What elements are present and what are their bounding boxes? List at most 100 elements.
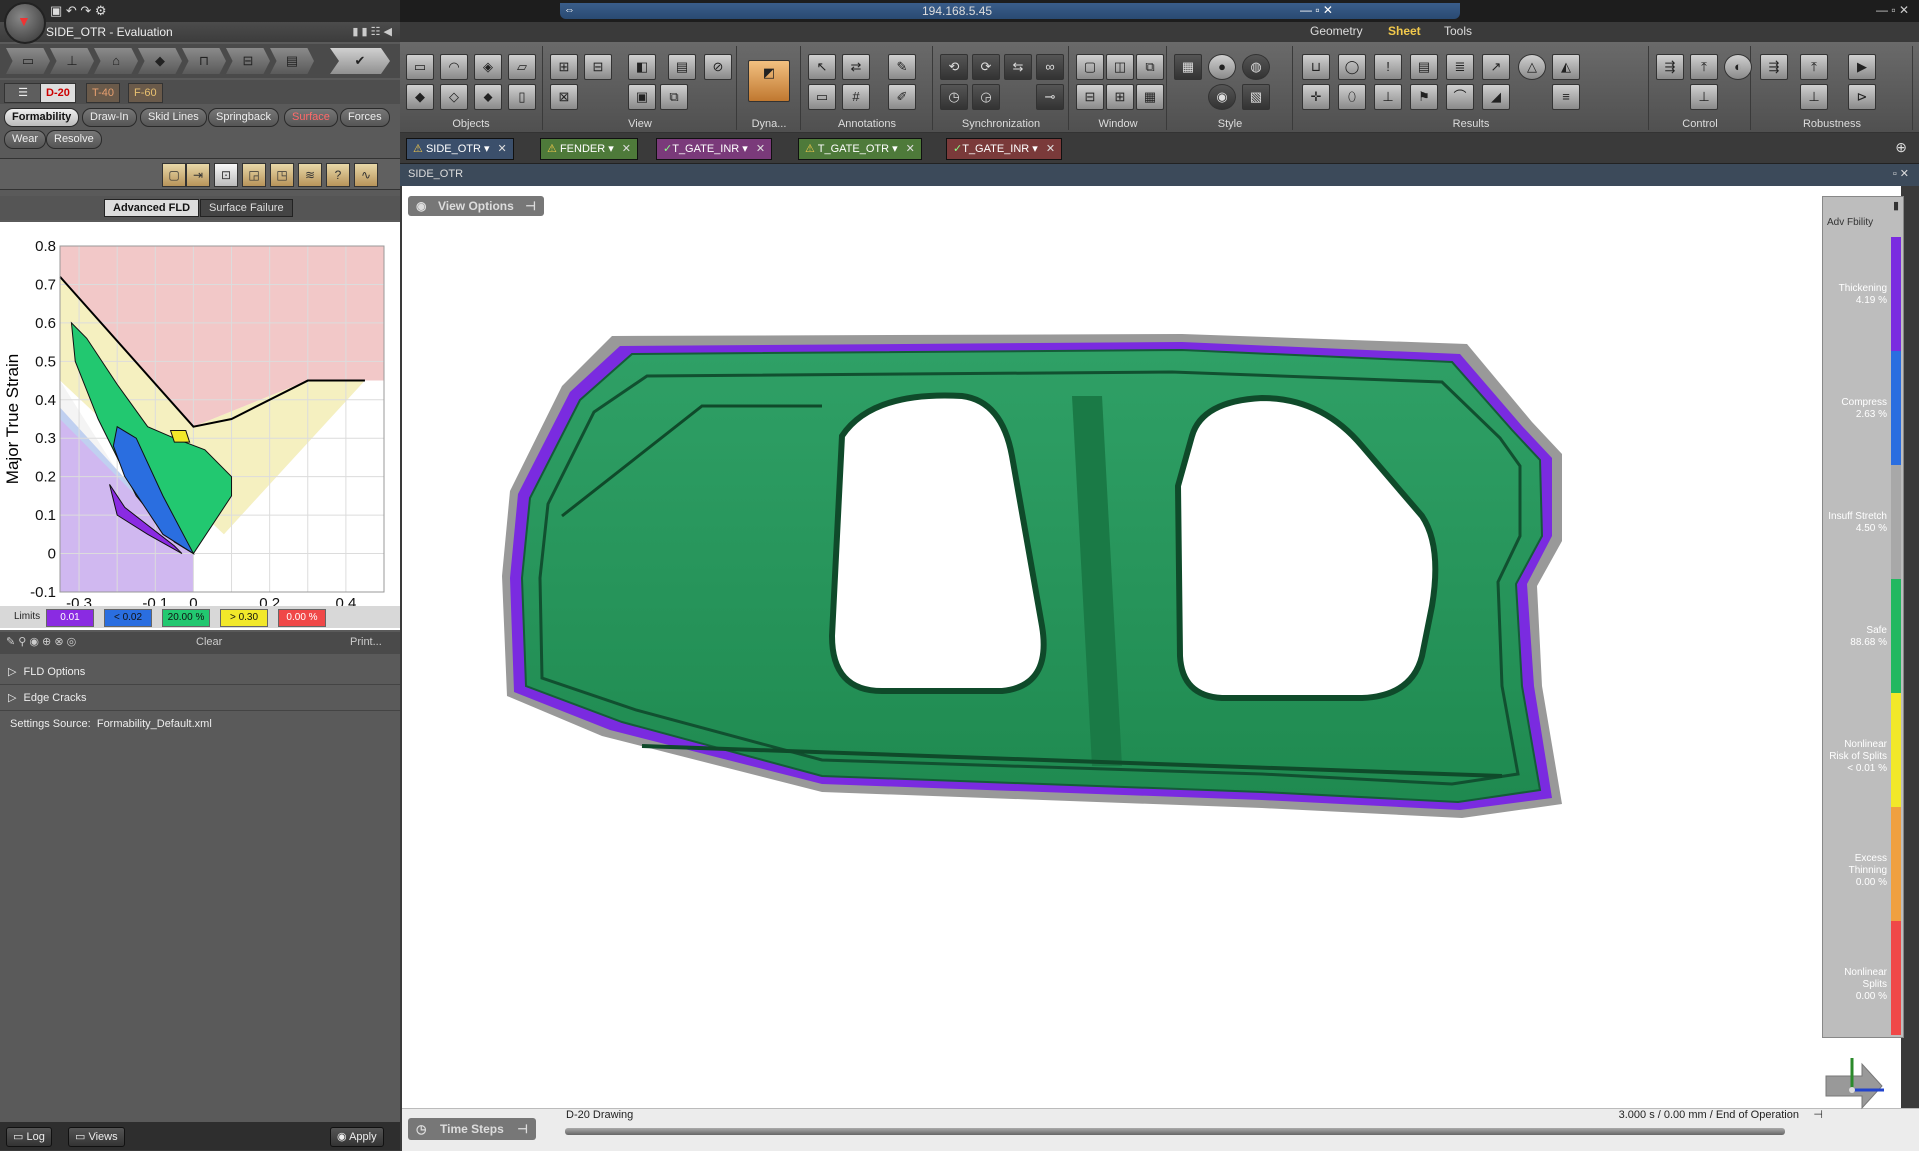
view-icon-4[interactable]: ▤ bbox=[668, 54, 696, 80]
annot-number-icon[interactable]: # bbox=[842, 84, 870, 110]
result-oval-icon[interactable]: ⬯ bbox=[1338, 84, 1366, 110]
tab-geometry[interactable]: Geometry bbox=[1310, 24, 1363, 38]
style-shaded-icon[interactable]: ● bbox=[1208, 54, 1236, 80]
tab-sheet[interactable]: Sheet bbox=[1388, 24, 1421, 38]
style-wire-icon[interactable]: ◍ bbox=[1242, 54, 1270, 80]
limit-cell[interactable]: 0.00 % bbox=[278, 609, 326, 627]
annot-label-icon[interactable]: ▭ bbox=[808, 84, 836, 110]
robust-icon-4[interactable]: ⊥ bbox=[1800, 84, 1828, 110]
result-warning-icon[interactable]: △ bbox=[1518, 54, 1546, 80]
sync-icon-3[interactable]: ⇆ bbox=[1004, 54, 1032, 80]
limit-cell[interactable]: < 0.02 bbox=[104, 609, 152, 627]
tool-advanced-fld-icon[interactable]: ⊡ bbox=[214, 163, 238, 187]
tool-help-icon[interactable]: ? bbox=[326, 163, 350, 187]
viewport-controls-icon[interactable]: ▫ ✕ bbox=[1893, 167, 1909, 180]
add-tab-icon[interactable]: ⊕ bbox=[1895, 139, 1907, 156]
window-quad-icon[interactable]: ⊞ bbox=[1106, 84, 1134, 110]
doc-tab-t-gate-inr[interactable]: ✓T_GATE_INR ▾ ✕ bbox=[656, 138, 773, 160]
stage-trim-icon[interactable]: ⊟ bbox=[226, 48, 270, 74]
tab-d20[interactable]: D-20 bbox=[40, 83, 76, 103]
close-icon[interactable]: ✕ bbox=[1046, 143, 1055, 155]
tool-strain-icon[interactable]: ◳ bbox=[270, 163, 294, 187]
result-part-icon[interactable]: ◭ bbox=[1552, 54, 1580, 80]
view-icon-8[interactable]: ⧉ bbox=[660, 84, 688, 110]
stage-die-icon[interactable]: ⌂ bbox=[94, 48, 138, 74]
objects-icon-2[interactable]: ◠ bbox=[440, 54, 468, 80]
view-icon-2[interactable]: ⊟ bbox=[584, 54, 612, 80]
tool-wave-icon[interactable]: ∿ bbox=[354, 163, 378, 187]
print-button[interactable]: Print... bbox=[350, 636, 382, 648]
sync-icon-2[interactable]: ⟳ bbox=[972, 54, 1000, 80]
limit-cell[interactable]: > 0.30 bbox=[220, 609, 268, 627]
stage-binder-icon[interactable]: ◆ bbox=[138, 48, 182, 74]
view-icon-3[interactable]: ◧ bbox=[628, 54, 656, 80]
remote-controls-icon[interactable]: — ▫ ✕ bbox=[1300, 3, 1333, 17]
expander-fld-options[interactable]: ▷ FLD Options bbox=[0, 660, 400, 685]
view-icon-1[interactable]: ⊞ bbox=[550, 54, 578, 80]
stage-blank-icon[interactable]: ▭ bbox=[6, 48, 50, 74]
window-controls-icon[interactable]: — ▫ ✕ bbox=[1876, 3, 1909, 17]
tool-fld-icon[interactable]: ⇥ bbox=[186, 163, 210, 187]
pin-icon[interactable]: ⇔ bbox=[564, 4, 575, 16]
tab-skid-lines[interactable]: Skid Lines bbox=[140, 108, 207, 127]
result-egg-icon[interactable]: ◯ bbox=[1338, 54, 1366, 80]
window-tile-icon[interactable]: ▦ bbox=[1136, 84, 1164, 110]
limit-cell[interactable]: 20.00 % bbox=[162, 609, 210, 627]
tool-edge-icon[interactable]: ▢ bbox=[162, 163, 186, 187]
robust-icon-2[interactable]: ⤒ bbox=[1800, 54, 1828, 80]
result-cup-icon[interactable]: ⊔ bbox=[1302, 54, 1330, 80]
tab-f60[interactable]: F-60 bbox=[128, 83, 163, 103]
sync-icon-6[interactable]: ◶ bbox=[972, 84, 1000, 110]
window-single-icon[interactable]: ▢ bbox=[1076, 54, 1104, 80]
result-hook-icon[interactable]: ⌒ bbox=[1446, 84, 1474, 110]
time-steps-button[interactable]: ◷ Time Steps ⊣ bbox=[408, 1118, 536, 1140]
close-icon[interactable]: ✕ bbox=[756, 143, 765, 155]
result-stack-icon[interactable]: ≡ bbox=[1552, 84, 1580, 110]
stage-punch-icon[interactable]: ⊓ bbox=[182, 48, 226, 74]
objects-icon-3[interactable]: ◈ bbox=[474, 54, 502, 80]
close-icon[interactable]: ✕ bbox=[906, 143, 915, 155]
robust-icon-1[interactable]: ⇶ bbox=[1760, 54, 1788, 80]
tab-surface[interactable]: Surface bbox=[284, 108, 338, 127]
expander-edge-cracks[interactable]: ▷ Edge Cracks bbox=[0, 686, 400, 711]
tool-thinning-icon[interactable]: ◲ bbox=[242, 163, 266, 187]
style-globe-icon[interactable]: ◉ bbox=[1208, 84, 1236, 110]
view-icon-7[interactable]: ▣ bbox=[628, 84, 656, 110]
axis-triad-icon[interactable] bbox=[1822, 1046, 1902, 1116]
clear-button[interactable]: Clear bbox=[196, 636, 222, 648]
annot-pen-icon[interactable]: ✎ bbox=[888, 54, 916, 80]
tab-draw-in[interactable]: Draw-In bbox=[82, 108, 137, 127]
result-surface-icon[interactable]: ◢ bbox=[1482, 84, 1510, 110]
result-cross-icon[interactable]: ✛ bbox=[1302, 84, 1330, 110]
apply-button[interactable]: ◉ Apply bbox=[330, 1127, 384, 1147]
doc-tab-side-otr[interactable]: ⚠ SIDE_OTR ▾ ✕ bbox=[406, 138, 514, 160]
tab-wear[interactable]: Wear bbox=[4, 130, 47, 149]
result-stamp-icon[interactable]: ⊥ bbox=[1374, 84, 1402, 110]
tab-resolve[interactable]: Resolve bbox=[46, 130, 102, 149]
view-icon-5[interactable]: ⊘ bbox=[704, 54, 732, 80]
tab-advanced-fld[interactable]: Advanced FLD bbox=[104, 199, 200, 217]
tool-wrinkle-icon[interactable]: ≋ bbox=[298, 163, 322, 187]
objects-icon-8[interactable]: ▯ bbox=[508, 84, 536, 110]
mini-tool-icons[interactable]: ✎ ⚲ ◉ ⊕ ⊗ ◎ bbox=[6, 635, 76, 648]
result-flag-icon[interactable]: ⚑ bbox=[1410, 84, 1438, 110]
result-arrow-icon[interactable]: ↗ bbox=[1482, 54, 1510, 80]
dyna-icon[interactable]: ◩ bbox=[748, 60, 790, 102]
control-icon-4[interactable]: ⊥ bbox=[1690, 84, 1718, 110]
3d-viewport[interactable] bbox=[402, 186, 1901, 1116]
result-chart-icon[interactable]: ▤ bbox=[1410, 54, 1438, 80]
window-split-icon[interactable]: ◫ bbox=[1106, 54, 1134, 80]
annot-measure-icon[interactable]: ⇄ bbox=[842, 54, 870, 80]
sync-icon-1[interactable]: ⟲ bbox=[940, 54, 968, 80]
views-button[interactable]: ▭ Views bbox=[68, 1127, 125, 1147]
stage-lube-icon[interactable]: ⊥ bbox=[50, 48, 94, 74]
view-icon-6[interactable]: ⊠ bbox=[550, 84, 578, 110]
style-grid-icon[interactable]: ▧ bbox=[1242, 84, 1270, 110]
robust-icon-3[interactable]: ▶ bbox=[1848, 54, 1876, 80]
control-icon-2[interactable]: ⤒ bbox=[1690, 54, 1718, 80]
sync-icon-5[interactable]: ◷ bbox=[940, 84, 968, 110]
link-icon[interactable]: ∞ bbox=[1036, 54, 1064, 80]
time-slider[interactable] bbox=[565, 1128, 1785, 1135]
result-pin-icon[interactable]: ! bbox=[1374, 54, 1402, 80]
control-icon-1[interactable]: ⇶ bbox=[1656, 54, 1684, 80]
